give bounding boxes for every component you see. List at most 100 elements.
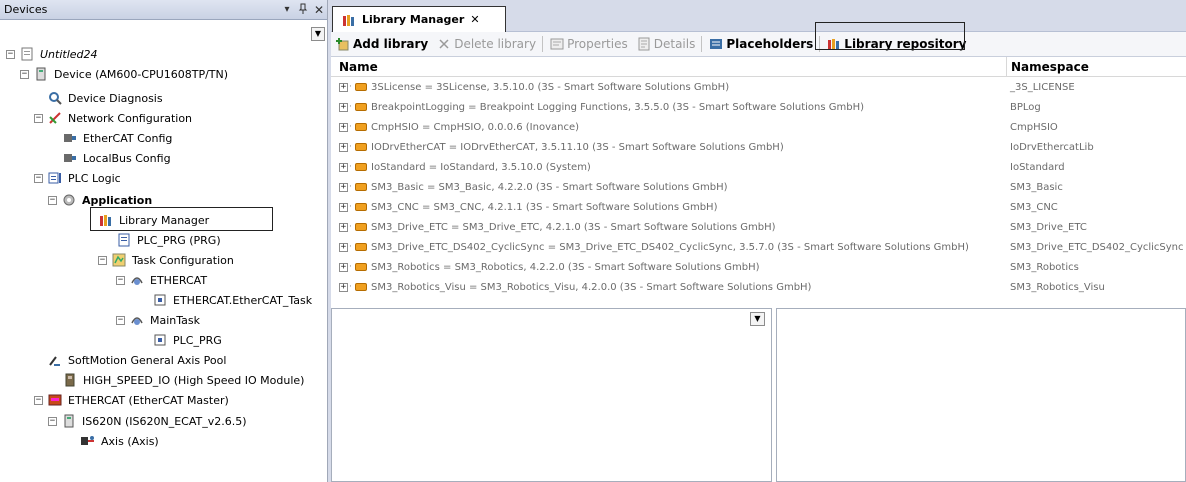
collapse-icon[interactable]: − (116, 315, 125, 325)
collapse-icon[interactable]: − (98, 255, 107, 265)
collapse-icon[interactable]: − (6, 49, 15, 59)
tree-item-softmotion-axis-pool[interactable]: SoftMotion General Axis Pool (47, 350, 226, 370)
library-namespace: SM3_Basic (1010, 181, 1063, 193)
collapse-icon[interactable]: − (34, 173, 43, 183)
expand-icon[interactable]: + (339, 122, 348, 132)
expand-icon[interactable]: + (339, 202, 348, 212)
tree-item-label: EtherCAT Config (83, 131, 173, 145)
library-row[interactable]: + · SM3_Drive_ETC_DS402_CyclicSync = SM3_… (331, 237, 1186, 257)
expand-icon[interactable]: + (339, 142, 348, 152)
tree-item-ethercat-task-call[interactable]: ETHERCAT.EtherCAT_Task (152, 290, 312, 310)
tree-item-device[interactable]: − Device (AM600-CPU1608TP/TN) (20, 64, 228, 84)
library-content-tree-pane[interactable]: ▼ (331, 308, 772, 482)
close-pane-icon[interactable]: ✕ (311, 3, 327, 17)
expand-icon[interactable]: + (339, 282, 348, 292)
placeholders-button[interactable]: Placeholders (704, 34, 817, 54)
library-icon (355, 103, 367, 111)
library-namespace: SM3_Robotics_Visu (1010, 281, 1105, 293)
library-namespace: IoDrvEthercatLib (1010, 141, 1094, 153)
tree-item-plc-prg[interactable]: PLC_PRG (PRG) (116, 230, 221, 250)
collapse-icon[interactable]: − (34, 113, 43, 123)
pin-icon[interactable] (295, 3, 311, 17)
column-header-name[interactable]: Name (339, 60, 378, 74)
collapse-icon[interactable]: − (116, 275, 125, 285)
library-row[interactable]: + · BreakpointLogging = Breakpoint Loggin… (331, 97, 1186, 117)
tree-item-label: Application (82, 193, 153, 207)
tree-connector: · (349, 242, 352, 252)
properties-button[interactable]: Properties (545, 34, 632, 54)
tree-item-plc-logic[interactable]: − PLC Logic (34, 168, 121, 188)
tree-item-axis[interactable]: Axis (Axis) (80, 431, 159, 451)
library-list: + · 3SLicense = 3SLicense, 3.5.10.0 (3S -… (331, 77, 1186, 307)
expand-icon[interactable]: + (339, 162, 348, 172)
application-icon (61, 192, 77, 208)
library-icon (355, 83, 367, 91)
library-details-pane[interactable] (776, 308, 1186, 482)
collapse-icon[interactable]: − (48, 195, 57, 205)
tree-connector: · (349, 82, 352, 92)
tree-item-ethercat-task[interactable]: − ETHERCAT (116, 270, 207, 290)
library-row[interactable]: + · SM3_Robotics_Visu = SM3_Robotics_Visu… (331, 277, 1186, 297)
tree-item-label: ETHERCAT.EtherCAT_Task (173, 293, 313, 307)
add-library-label: Add library (353, 37, 429, 51)
library-name: IoStandard = IoStandard, 3.5.10.0 (Syste… (371, 161, 591, 173)
expand-icon[interactable]: + (339, 182, 348, 192)
pane-menu-icon[interactable]: ▾ (279, 4, 295, 15)
library-row[interactable]: + · SM3_Robotics = SM3_Robotics, 4.2.2.0 … (331, 257, 1186, 277)
library-icon (355, 123, 367, 131)
tree-item-high-speed-io[interactable]: HIGH_SPEED_IO (High Speed IO Module) (62, 370, 304, 390)
tree-item-plc-prg-call[interactable]: PLC_PRG (152, 330, 222, 350)
tree-connector: · (349, 262, 352, 272)
library-name: SM3_Robotics = SM3_Robotics, 4.2.2.0 (3S… (371, 261, 760, 273)
add-library-button[interactable]: Add library (331, 34, 432, 54)
collapse-icon[interactable]: − (34, 395, 43, 405)
details-button[interactable]: Details (632, 34, 700, 54)
tree-item-label: PLC Logic (68, 171, 121, 185)
collapse-icon[interactable]: − (20, 69, 29, 79)
tree-dropdown-button[interactable]: ▼ (311, 27, 325, 41)
project-icon (19, 46, 35, 62)
view-dropdown-button[interactable]: ▼ (750, 312, 765, 326)
editor-tabstrip: Library Manager ✕ (331, 0, 1186, 32)
tree-item-label: Untitled24 (40, 47, 98, 61)
details-icon (636, 36, 652, 52)
library-row[interactable]: + · IODrvEtherCAT = IODrvEtherCAT, 3.5.11… (331, 137, 1186, 157)
column-header-namespace[interactable]: Namespace (1006, 56, 1089, 77)
task-call-icon (152, 292, 168, 308)
library-row[interactable]: + · IoStandard = IoStandard, 3.5.10.0 (Sy… (331, 157, 1186, 177)
tree-item-label: LocalBus Config (83, 151, 171, 165)
tree-item-is620n[interactable]: − IS620N (IS620N_ECAT_v2.6.5) (48, 411, 247, 431)
tree-item-main-task[interactable]: − MainTask (116, 310, 200, 330)
tree-item-task-configuration[interactable]: − Task Configuration (98, 250, 234, 270)
tree-item-localbus-config[interactable]: LocalBus Config (62, 148, 171, 168)
expand-icon[interactable]: + (339, 102, 348, 112)
library-row[interactable]: + · SM3_Drive_ETC = SM3_Drive_ETC, 4.2.1.… (331, 217, 1186, 237)
close-tab-icon[interactable]: ✕ (470, 13, 479, 26)
editor-area: Library Manager ✕ Add library Delete lib… (331, 0, 1186, 482)
properties-icon (549, 36, 565, 52)
tab-library-manager[interactable]: Library Manager ✕ (332, 6, 506, 32)
library-row[interactable]: + · SM3_Basic = SM3_Basic, 4.2.2.0 (3S - … (331, 177, 1186, 197)
expand-icon[interactable]: + (339, 262, 348, 272)
expand-icon[interactable]: + (339, 242, 348, 252)
expand-icon[interactable]: + (339, 82, 348, 92)
tree-item-ethercat-master[interactable]: − ETHERCAT (EtherCAT Master) (34, 390, 229, 410)
library-row[interactable]: + · CmpHSIO = CmpHSIO, 0.0.0.6 (Inovance)… (331, 117, 1186, 137)
axis-pool-icon (47, 352, 63, 368)
delete-library-button[interactable]: Delete library (432, 34, 540, 54)
tree-item-project[interactable]: − Untitled24 (6, 44, 98, 64)
library-name: SM3_Drive_ETC = SM3_Drive_ETC, 4.2.1.0 (… (371, 221, 776, 233)
program-icon (116, 232, 132, 248)
ethercat-config-icon (62, 130, 78, 146)
devices-pane-header: Devices ▾ ✕ (0, 0, 327, 20)
tree-connector: · (349, 282, 352, 292)
library-namespace: SM3_Drive_ETC (1010, 221, 1087, 233)
collapse-icon[interactable]: − (48, 416, 57, 426)
library-row[interactable]: + · SM3_CNC = SM3_CNC, 4.2.1.1 (3S - Smar… (331, 197, 1186, 217)
library-row[interactable]: + · 3SLicense = 3SLicense, 3.5.10.0 (3S -… (331, 77, 1186, 97)
tree-item-device-diagnosis[interactable]: Device Diagnosis (47, 88, 163, 108)
tree-item-ethercat-config[interactable]: EtherCAT Config (62, 128, 172, 148)
library-namespace: BPLog (1010, 101, 1041, 113)
expand-icon[interactable]: + (339, 222, 348, 232)
tree-item-network-configuration[interactable]: − Network Configuration (34, 108, 192, 128)
